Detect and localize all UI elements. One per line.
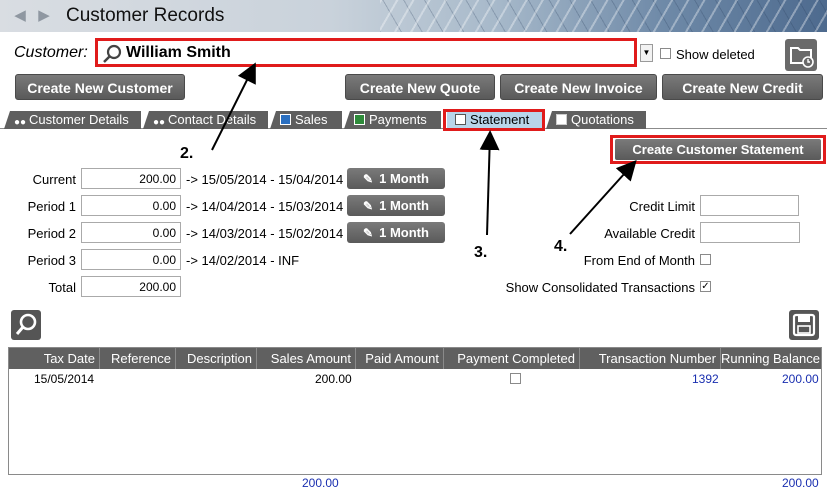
- pencil-icon: ✎: [363, 226, 374, 240]
- cell-transaction-number[interactable]: 1392: [692, 372, 719, 386]
- period-label-2: Period 2: [27, 226, 76, 241]
- total-value: 200.00: [81, 276, 181, 297]
- credit-limit-field[interactable]: [700, 195, 799, 216]
- cell-sales-amount: 200.00: [315, 372, 352, 386]
- magnifier-icon: [15, 313, 37, 335]
- folder-clock-icon: [790, 47, 814, 68]
- available-credit-field[interactable]: [700, 222, 800, 243]
- window-title: Customer Records: [66, 5, 225, 26]
- create-customer-statement-button[interactable]: Create Customer Statement: [615, 139, 821, 160]
- show-consolidated-label: Show Consolidated Transactions: [505, 280, 695, 295]
- show-consolidated-checkbox[interactable]: ✓: [700, 281, 711, 292]
- column-header-description[interactable]: Description: [176, 348, 257, 369]
- footer-balance-total: 200.00: [782, 476, 819, 490]
- transactions-table: Tax Date Reference Description Sales Amo…: [8, 347, 822, 475]
- create-new-invoice-button[interactable]: Create New Invoice: [500, 74, 657, 100]
- people-icon: ●●: [14, 117, 27, 128]
- customer-records-window: ◀ ▶ Customer Records Customer: ▼ Show de…: [0, 0, 827, 499]
- pencil-icon: ✎: [363, 199, 374, 213]
- column-header-payment-completed[interactable]: Payment Completed: [444, 348, 580, 369]
- tab-contact-details[interactable]: ●● Contact Details: [143, 111, 268, 129]
- period-range-2: -> 14/03/2014 - 15/02/2014: [186, 226, 344, 241]
- cell-payment-completed-checkbox[interactable]: [510, 373, 521, 384]
- pencil-icon: ✎: [363, 172, 374, 186]
- tab-label: Contact Details: [168, 112, 257, 127]
- tab-customer-details[interactable]: ●● Customer Details: [4, 111, 141, 129]
- people-icon: ●●: [153, 117, 166, 128]
- annotation-step-4: 4.: [554, 238, 568, 255]
- back-arrow-icon[interactable]: ◀: [12, 8, 28, 24]
- one-month-button-2[interactable]: ✎ 1 Month: [347, 222, 445, 243]
- search-button[interactable]: [11, 310, 41, 340]
- one-month-label: 1 Month: [379, 225, 429, 240]
- from-end-of-month-checkbox[interactable]: [700, 254, 711, 265]
- one-month-button-1[interactable]: ✎ 1 Month: [347, 195, 445, 216]
- floppy-disk-icon: [792, 313, 816, 337]
- tab-quotations[interactable]: Quotations: [546, 111, 646, 129]
- period-label-3: Period 3: [27, 253, 76, 268]
- period-range-3: -> 14/02/2014 - INF: [186, 253, 300, 268]
- total-label: Total: [48, 280, 76, 295]
- tab-payments[interactable]: Payments: [344, 111, 441, 129]
- period-label-1: Period 1: [27, 199, 76, 214]
- show-deleted-checkbox[interactable]: [660, 48, 671, 59]
- credit-limit-label: Credit Limit: [629, 199, 695, 214]
- show-deleted-label: Show deleted: [676, 47, 755, 62]
- from-end-of-month-label: From End of Month: [583, 253, 695, 268]
- period-value-current: 200.00: [81, 168, 181, 189]
- arrow-to-customer: [211, 62, 256, 151]
- period-range-1: -> 14/04/2014 - 15/03/2014: [186, 199, 344, 214]
- search-icon: [103, 44, 122, 63]
- footer-sales-total: 200.00: [302, 476, 339, 490]
- column-header-transaction-number[interactable]: Transaction Number: [580, 348, 721, 369]
- tab-label: Payments: [369, 112, 427, 127]
- customer-dropdown-button[interactable]: ▼: [640, 44, 653, 62]
- tab-label: Sales: [295, 112, 328, 127]
- available-credit-label: Available Credit: [604, 226, 695, 241]
- customer-input[interactable]: [126, 43, 626, 63]
- one-month-label: 1 Month: [379, 171, 429, 186]
- annotation-step-3: 3.: [474, 244, 488, 261]
- period-label-current: Current: [32, 172, 76, 187]
- quotations-icon: [556, 114, 567, 125]
- table-header: Tax Date Reference Description Sales Amo…: [9, 348, 821, 369]
- tab-label: Quotations: [571, 112, 634, 127]
- sales-icon: [280, 114, 291, 125]
- period-value-2: 0.00: [81, 222, 181, 243]
- save-button[interactable]: [789, 310, 819, 340]
- period-value-1: 0.00: [81, 195, 181, 216]
- period-range-current: -> 15/05/2014 - 15/04/2014: [186, 172, 344, 187]
- folder-history-button[interactable]: [785, 39, 817, 71]
- statement-tab-highlight: [443, 109, 545, 131]
- title-bar-decoration: [380, 0, 827, 32]
- column-header-sales-amount[interactable]: Sales Amount: [257, 348, 356, 369]
- column-header-reference[interactable]: Reference: [100, 348, 176, 369]
- forward-arrow-icon[interactable]: ▶: [36, 8, 52, 24]
- column-header-paid-amount[interactable]: Paid Amount: [356, 348, 444, 369]
- arrow-to-statement-tab: [479, 130, 500, 236]
- create-new-customer-button[interactable]: Create New Customer: [15, 74, 185, 100]
- cell-running-balance: 200.00: [782, 372, 819, 386]
- customer-label: Customer:: [14, 44, 88, 61]
- column-header-tax-date[interactable]: Tax Date: [9, 348, 100, 369]
- cell-tax-date: 15/05/2014: [34, 372, 95, 386]
- tab-sales[interactable]: Sales: [270, 111, 342, 129]
- one-month-button-current[interactable]: ✎ 1 Month: [347, 168, 445, 189]
- column-header-running-balance[interactable]: Running Balance: [721, 348, 821, 369]
- period-value-3: 0.00: [81, 249, 181, 270]
- payments-icon: [354, 114, 365, 125]
- tab-label: Customer Details: [29, 112, 129, 127]
- create-new-credit-button[interactable]: Create New Credit: [662, 74, 823, 100]
- one-month-label: 1 Month: [379, 198, 429, 213]
- annotation-step-2: 2.: [180, 145, 194, 162]
- arrow-to-create-statement: [569, 160, 637, 235]
- customer-search-box[interactable]: [95, 38, 637, 67]
- create-new-quote-button[interactable]: Create New Quote: [345, 74, 495, 100]
